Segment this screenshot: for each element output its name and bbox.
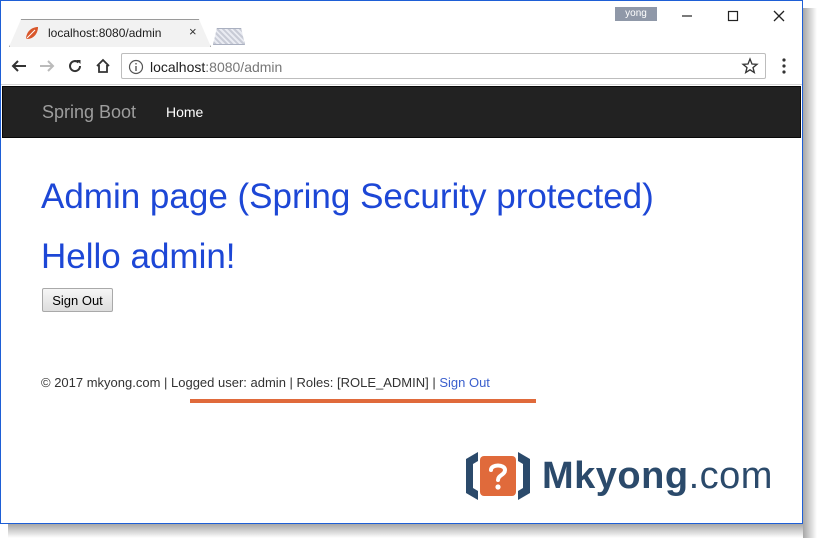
home-icon[interactable] (93, 56, 113, 76)
url-path: :8080/admin (205, 59, 283, 75)
browser-tab[interactable]: localhost:8080/admin (9, 19, 211, 47)
profile-badge[interactable]: yong (615, 7, 657, 21)
maximize-icon[interactable] (711, 5, 755, 27)
tab-close-icon[interactable]: × (189, 24, 197, 39)
highlight-underline (190, 399, 536, 403)
star-icon[interactable] (741, 57, 759, 75)
menu-dots-icon[interactable] (777, 57, 791, 75)
window-shadow-bottom (8, 524, 803, 538)
mkyong-logo-text: Mkyong.com (542, 455, 773, 498)
address-bar[interactable]: localhost:8080/admin (121, 53, 766, 79)
footer-text: © 2017 mkyong.com | Logged user: admin |… (41, 375, 440, 390)
favicon-leaf-icon (26, 27, 38, 39)
mkyong-logo-icon (466, 452, 530, 500)
greeting-heading: Hello admin! (41, 237, 236, 276)
logo-brand: Mkyong (542, 454, 689, 497)
page-title: Admin page (Spring Security protected) (41, 177, 654, 216)
info-icon[interactable] (128, 59, 144, 75)
new-tab-button[interactable] (213, 28, 245, 45)
url-host: localhost (150, 59, 206, 75)
tab-strip: localhost:8080/admin × yong (1, 1, 802, 47)
forward-arrow-icon[interactable] (37, 56, 57, 76)
sign-out-button[interactable]: Sign Out (42, 288, 113, 312)
browser-toolbar: localhost:8080/admin (1, 47, 802, 85)
navbar-brand[interactable]: Spring Boot (42, 102, 136, 123)
nav-home-link[interactable]: Home (166, 104, 203, 120)
back-arrow-icon[interactable] (9, 56, 29, 76)
tab-title: localhost:8080/admin (48, 26, 162, 40)
reload-icon[interactable] (65, 56, 85, 76)
window-shadow-right (803, 8, 817, 538)
url-text: localhost:8080/admin (150, 59, 282, 75)
logo-suffix: .com (688, 454, 773, 497)
browser-window: localhost:8080/admin × yong localhost:80… (0, 0, 803, 524)
footer-sign-out-link[interactable]: Sign Out (439, 375, 490, 390)
close-icon[interactable] (757, 5, 801, 27)
minimize-icon[interactable] (665, 5, 709, 27)
mkyong-logo: Mkyong.com (464, 450, 773, 502)
footer: © 2017 mkyong.com | Logged user: admin |… (41, 375, 490, 390)
page-navbar: Spring Boot Home (2, 86, 801, 138)
